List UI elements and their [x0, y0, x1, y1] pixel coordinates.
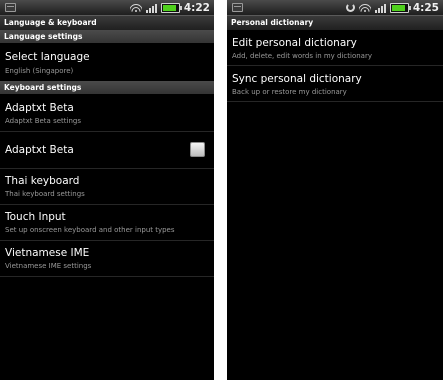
select-language-item[interactable]: Select language English (Singapore) — [0, 43, 214, 82]
edit-personal-dictionary-item[interactable]: Edit personal dictionary Add, delete, ed… — [227, 30, 443, 66]
signal-icon — [374, 3, 386, 13]
notification-icon — [232, 3, 243, 12]
notification-icon — [5, 3, 16, 12]
item-title: Adaptxt Beta — [5, 102, 74, 114]
item-summary: Thai keyboard settings — [5, 190, 85, 198]
sync-personal-dictionary-item[interactable]: Sync personal dictionary Back up or rest… — [227, 66, 443, 102]
signal-icon — [145, 3, 157, 13]
vietnamese-ime-item[interactable]: Vietnamese IME Vietnamese IME settings — [0, 241, 214, 277]
item-title: Thai keyboard — [5, 175, 80, 187]
status-clock: 4:25 — [412, 1, 439, 14]
wifi-icon — [358, 2, 371, 13]
touch-input-item[interactable]: Touch Input Set up onscreen keyboard and… — [0, 205, 214, 241]
item-summary: Back up or restore my dictionary — [232, 88, 347, 96]
adaptxt-beta-toggle-item[interactable]: Adaptxt Beta — [0, 132, 214, 169]
battery-icon — [389, 2, 411, 13]
status-clock: 4:22 — [183, 1, 210, 14]
item-summary: Vietnamese IME settings — [5, 262, 92, 270]
page-title: Personal dictionary — [227, 16, 443, 30]
item-title: Select language — [5, 51, 90, 63]
item-summary: Add, delete, edit words in my dictionary — [232, 52, 372, 60]
item-title: Sync personal dictionary — [232, 73, 362, 85]
page-title: Language & keyboard — [0, 16, 214, 30]
item-title: Edit personal dictionary — [232, 37, 357, 49]
section-header-keyboard-settings: Keyboard settings — [0, 81, 214, 94]
status-bar[interactable]: 4:25 — [227, 0, 443, 16]
thai-keyboard-item[interactable]: Thai keyboard Thai keyboard settings — [0, 169, 214, 205]
item-title: Touch Input — [5, 211, 66, 223]
item-title: Vietnamese IME — [5, 247, 90, 259]
section-header-language-settings: Language settings — [0, 30, 214, 43]
adaptxt-beta-settings-item[interactable]: Adaptxt Beta Adaptxt Beta settings — [0, 94, 214, 132]
right-phone-screen: 4:25 Personal dictionary Edit personal d… — [227, 0, 443, 380]
item-summary: English (Singapore) — [5, 67, 74, 75]
wifi-icon — [129, 2, 142, 13]
left-phone-screen: 4:22 Language & keyboard Language settin… — [0, 0, 214, 380]
checkbox-icon[interactable] — [190, 142, 205, 157]
sync-icon — [345, 3, 355, 12]
item-title: Adaptxt Beta — [5, 144, 74, 156]
item-summary: Set up onscreen keyboard and other input… — [5, 226, 175, 234]
status-bar[interactable]: 4:22 — [0, 0, 214, 16]
battery-icon — [160, 2, 182, 13]
item-summary: Adaptxt Beta settings — [5, 117, 81, 125]
